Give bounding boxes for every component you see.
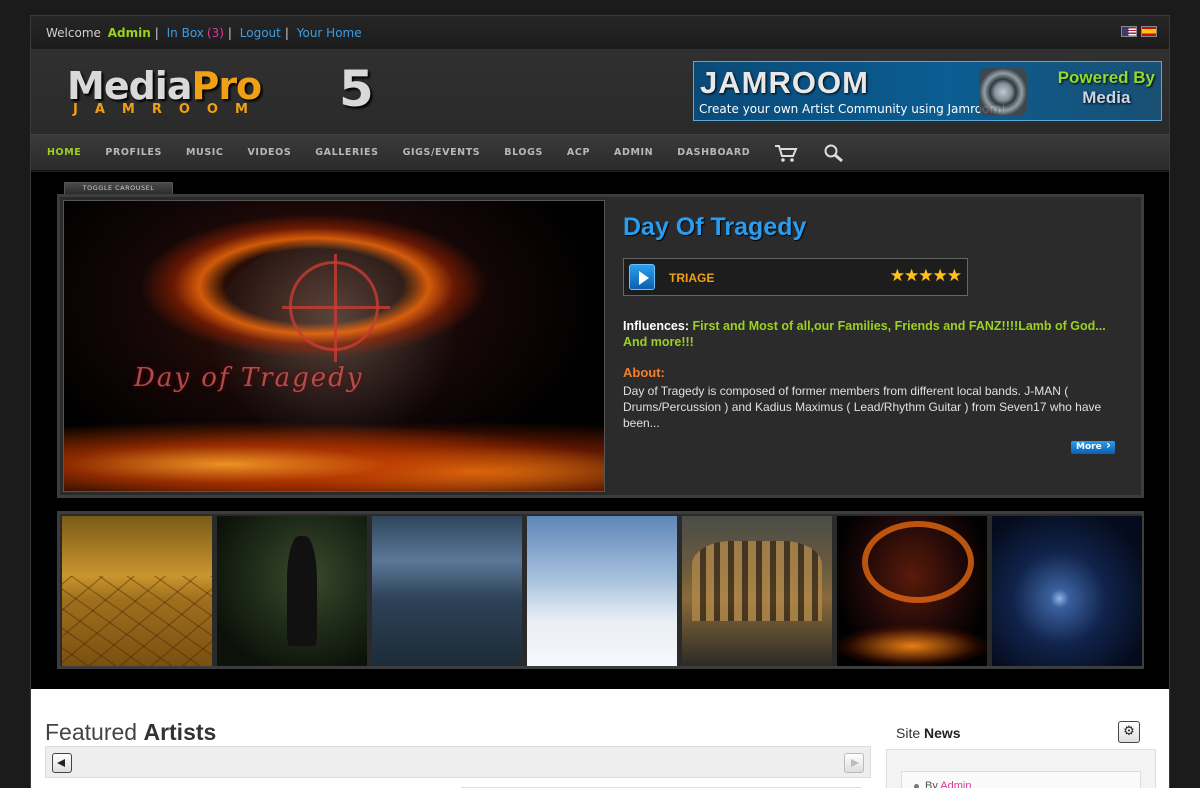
- featured-artist-image[interactable]: Day of Tragedy: [63, 200, 605, 492]
- cart-icon[interactable]: [774, 143, 798, 163]
- news-heading-bold: News: [924, 725, 961, 741]
- news-byline: By Admin: [914, 780, 971, 788]
- banner-powered-by: Powered By: [1057, 68, 1155, 87]
- separator: |: [154, 26, 159, 40]
- carousel-stage: TOGGLE CAROUSEL Day of Tragedy Day Of Tr…: [31, 172, 1169, 689]
- nav-music[interactable]: MUSIC: [186, 147, 224, 158]
- nav-profiles[interactable]: PROFILES: [105, 147, 162, 158]
- logo-subtitle: JAMROOM: [73, 102, 265, 117]
- toggle-carousel-button[interactable]: TOGGLE CAROUSEL: [64, 182, 173, 194]
- nav-dashboard[interactable]: DASHBOARD: [677, 147, 750, 158]
- nav-admin[interactable]: ADMIN: [614, 147, 653, 158]
- influences-text: Influences: First and Most of all,our Fa…: [623, 318, 1113, 350]
- featured-artist-info: Day Of Tragedy TRIAGE ★★★★★ Influences: …: [608, 197, 1141, 495]
- star-rating[interactable]: ★★★★★: [890, 266, 962, 286]
- separator: |: [284, 26, 289, 40]
- arrow-right-icon[interactable]: [844, 753, 864, 773]
- logo-five: 5: [339, 60, 374, 118]
- influences-label: Influences:: [623, 319, 689, 333]
- header: MediaPro 5 JAMROOM JAMROOM Create your o…: [31, 50, 1169, 135]
- top-bar: Welcome Admin | In Box (3) | Logout | Your H…: [31, 16, 1169, 50]
- user-link[interactable]: Admin: [108, 26, 151, 40]
- nav-gigs-events[interactable]: GIGS/EVENTS: [403, 147, 481, 158]
- song-player: TRIAGE ★★★★★: [623, 258, 968, 296]
- play-button[interactable]: [629, 264, 655, 290]
- band-logo-text: Day of Tragedy: [134, 363, 364, 393]
- about-text: Day of Tragedy is composed of former mem…: [623, 384, 1102, 430]
- site-news-heading: Site News: [896, 725, 961, 741]
- banner-powered: Powered By Media: [1058, 68, 1155, 108]
- thumbnail-stormy-shore[interactable]: [372, 516, 522, 666]
- carousel-thumbnails: [57, 511, 1144, 669]
- thumbnail-night-sea[interactable]: [992, 516, 1142, 666]
- thumbnail-dark-forest[interactable]: [217, 516, 367, 666]
- speaker-icon: [979, 68, 1027, 116]
- main-nav: HOME PROFILES MUSIC VIDEOS GALLERIES GIG…: [31, 135, 1169, 171]
- news-by-label: By: [925, 780, 938, 788]
- nav-blogs[interactable]: BLOGS: [504, 147, 543, 158]
- inbox-link[interactable]: In Box: [167, 26, 204, 40]
- site-logo[interactable]: MediaPro 5 JAMROOM: [67, 60, 377, 124]
- page: Welcome Admin | In Box (3) | Logout | Your H…: [30, 15, 1170, 788]
- featured-artist-panel: Day of Tragedy Day Of Tragedy TRIAGE ★★★…: [57, 194, 1144, 498]
- language-flags: [1121, 26, 1157, 37]
- crosshair-art: [282, 254, 390, 362]
- artist-title[interactable]: Day Of Tragedy: [623, 213, 806, 242]
- welcome-text: Welcome: [46, 26, 101, 40]
- more-button[interactable]: More: [1071, 439, 1115, 454]
- about-label: About:: [623, 365, 665, 380]
- nav-videos[interactable]: VIDEOS: [247, 147, 291, 158]
- main-content: Featured Artists Site News ⚙ By Admin: [31, 689, 1169, 788]
- track-name[interactable]: TRIAGE: [669, 271, 714, 285]
- jamroom-banner[interactable]: JAMROOM Create your own Artist Community…: [693, 61, 1162, 121]
- featured-artists-slider-bar: [45, 746, 871, 778]
- nav-galleries[interactable]: GALLERIES: [315, 147, 378, 158]
- bullet-icon: [914, 783, 919, 788]
- logout-link[interactable]: Logout: [240, 26, 281, 40]
- nav-home[interactable]: HOME: [47, 147, 81, 158]
- inbox-count: (3): [206, 26, 224, 40]
- featured-artists-heading: Featured Artists: [45, 719, 216, 746]
- your-home-link[interactable]: Your Home: [297, 26, 362, 40]
- arrow-left-icon[interactable]: [52, 753, 72, 773]
- fire-flames: [64, 421, 604, 491]
- influences-value: First and Most of all,our Families, Frie…: [623, 319, 1106, 349]
- banner-media: Media: [1082, 88, 1131, 107]
- banner-brand: JAMROOM: [700, 65, 869, 100]
- featured-heading-light: Featured: [45, 719, 138, 745]
- featured-heading-bold: Artists: [143, 719, 217, 745]
- thumbnail-day-of-tragedy[interactable]: [837, 516, 987, 666]
- banner-tagline: Create your own Artist Community using J…: [699, 102, 1006, 116]
- thumbnail-snowy-trees[interactable]: [527, 516, 677, 666]
- thumbnail-colosseum[interactable]: [682, 516, 832, 666]
- separator: |: [227, 26, 232, 40]
- news-author-link[interactable]: Admin: [940, 780, 971, 788]
- nav-acp[interactable]: ACP: [567, 147, 590, 158]
- es-flag-icon[interactable]: [1141, 26, 1157, 37]
- news-heading-light: Site: [896, 725, 921, 741]
- us-flag-icon[interactable]: [1121, 26, 1137, 37]
- thumbnail-desert[interactable]: [62, 516, 212, 666]
- search-icon[interactable]: [822, 143, 846, 163]
- gear-icon[interactable]: ⚙: [1118, 721, 1140, 743]
